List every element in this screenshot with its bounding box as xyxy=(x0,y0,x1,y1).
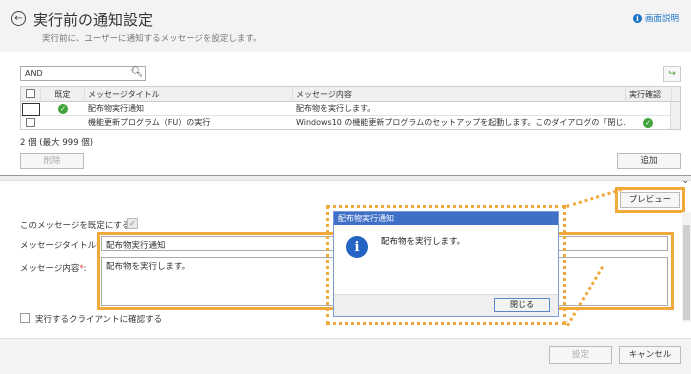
title-label-text: メッセージタイトル xyxy=(20,241,97,251)
page-header: ← 実行前の通知設定 実行前に、ユーザーに通知するメッセージを設定します。 i … xyxy=(0,0,691,52)
row-content: Windows10 の機能更新プログラムのセットアップを起動します。このダイアロ… xyxy=(296,118,626,127)
panel-divider[interactable] xyxy=(0,175,691,181)
confirm-label: 実行するクライアントに確認する xyxy=(35,315,163,325)
content-label: メッセージ内容*: xyxy=(20,262,86,274)
default-check-icon: ✓ xyxy=(58,104,68,114)
title-label: メッセージタイトル*: xyxy=(20,239,103,251)
dialog-message: 配布物を実行します。 xyxy=(381,237,466,247)
info-icon: i xyxy=(632,13,642,23)
row-title: 配布物実行通知 xyxy=(88,104,144,113)
preview-dialog: 配布物実行通知 i 配布物を実行します。 閉じる xyxy=(333,211,559,317)
column-confirm[interactable]: 実行確認 xyxy=(626,87,672,102)
column-default[interactable]: 既定 xyxy=(41,87,85,102)
row-checkbox[interactable] xyxy=(22,103,40,116)
table-header: 既定 メッセージタイトル メッセージ内容 実行確認 xyxy=(21,87,680,102)
content-label-text: メッセージ内容 xyxy=(20,264,80,274)
delete-button[interactable]: 削除 xyxy=(20,153,84,169)
page-subtitle: 実行前に、ユーザーに通知するメッセージを設定します。 xyxy=(42,34,262,44)
select-all-cell xyxy=(21,87,41,102)
dialog-close-button[interactable]: 閉じる xyxy=(494,298,550,312)
back-arrow-icon[interactable]: ← xyxy=(11,11,26,26)
page-title: 実行前の通知設定 xyxy=(33,11,154,29)
search-icon[interactable]: 🔍︎ xyxy=(130,67,144,80)
default-label: このメッセージを既定にする： xyxy=(20,221,139,231)
chevron-down-icon[interactable]: ⌄ xyxy=(681,176,689,186)
export-button[interactable]: ↪ xyxy=(663,66,681,82)
row-content: 配布物を実行します。 xyxy=(296,104,376,113)
dialog-button-bar: 閉じる xyxy=(334,294,558,316)
table-scrollbar[interactable] xyxy=(670,102,680,129)
table-row[interactable]: 機能更新プログラム（FU）の実行 Windows10 の機能更新プログラムのセッ… xyxy=(21,116,680,129)
info-icon: i xyxy=(346,236,368,258)
settings-button[interactable]: 設定 xyxy=(549,346,612,364)
help-label: 画面説明 xyxy=(644,14,679,24)
confirm-checkbox[interactable] xyxy=(20,313,30,323)
search-input[interactable]: AND xyxy=(20,66,146,81)
form-scrollbar-thumb[interactable] xyxy=(683,225,690,320)
default-checkbox[interactable]: ✓ xyxy=(127,218,138,229)
column-content[interactable]: メッセージ内容 xyxy=(293,87,626,102)
message-table: 既定 メッセージタイトル メッセージ内容 実行確認 ✓ 配布物実行通知 配布物を… xyxy=(20,86,681,130)
help-link[interactable]: i 画面説明 xyxy=(632,12,679,24)
preview-highlight xyxy=(615,187,685,213)
item-count: 2 個 (最大 999 個) xyxy=(20,138,94,148)
dialog-titlebar: 配布物実行通知 xyxy=(334,212,558,225)
column-title[interactable]: メッセージタイトル xyxy=(85,87,293,102)
callout-line-top xyxy=(566,188,623,208)
confirm-check-icon: ✓ xyxy=(643,118,653,128)
content-label-colon: : xyxy=(83,264,87,274)
row-title: 機能更新プログラム（FU）の実行 xyxy=(88,118,211,127)
select-all-checkbox[interactable] xyxy=(26,89,35,98)
add-button[interactable]: 追加 xyxy=(617,153,681,169)
row-checkbox[interactable] xyxy=(26,118,35,127)
table-row[interactable]: ✓ 配布物実行通知 配布物を実行します。 xyxy=(21,102,680,116)
cancel-button[interactable]: キャンセル xyxy=(619,346,681,364)
